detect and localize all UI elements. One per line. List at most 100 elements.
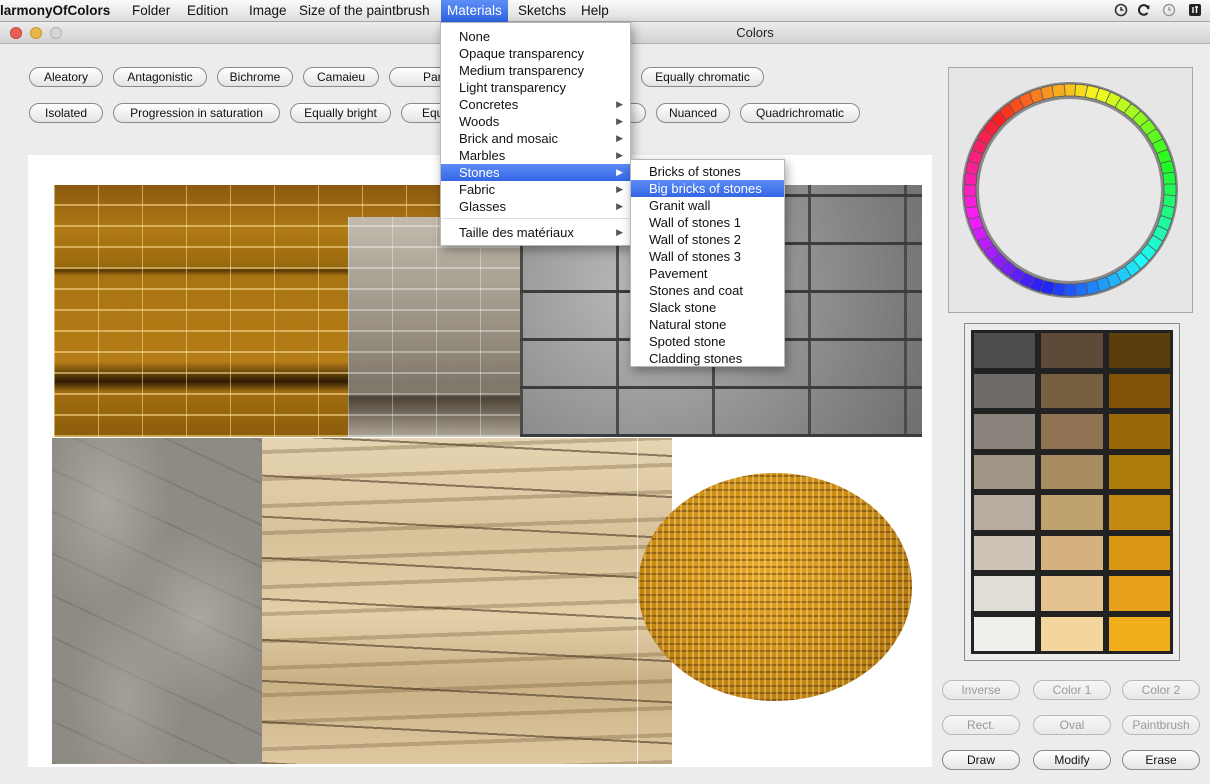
oval-button[interactable]: Oval (1033, 715, 1111, 735)
submenu-item-natural-stone[interactable]: Natural stone (631, 316, 784, 333)
color-wheel-tile[interactable] (1163, 183, 1177, 197)
color-wheel-tile[interactable] (1063, 283, 1077, 297)
color-wheel-tile[interactable] (963, 194, 978, 209)
isolated-button[interactable]: Isolated (29, 103, 103, 123)
erase-button[interactable]: Erase (1122, 750, 1200, 770)
progression-in-saturation-button[interactable]: Progression in saturation (113, 103, 280, 123)
menu-item-woods[interactable]: Woods ▶ (441, 113, 630, 130)
script-icon[interactable] (1187, 3, 1203, 19)
menu-item-stones[interactable]: Stones ▶ (441, 164, 630, 181)
palette-swatch[interactable] (974, 333, 1036, 368)
natural-stone-texture (52, 438, 262, 764)
submenu-item-wall-of-stones-1[interactable]: Wall of stones 1 (631, 214, 784, 231)
equally-bright-button[interactable]: Equally bright (290, 103, 391, 123)
equally-chromatic-button[interactable]: Equally chromatic (641, 67, 764, 87)
quadrichromatic-button[interactable]: Quadrichromatic (740, 103, 860, 123)
bichrome-button[interactable]: Bichrome (217, 67, 293, 87)
palette-swatch[interactable] (1108, 495, 1170, 530)
palette-swatch[interactable] (1108, 414, 1170, 449)
time-machine-icon[interactable] (1161, 3, 1177, 19)
palette-swatch[interactable] (1041, 495, 1103, 530)
menubar-item-materials[interactable]: Materials (441, 0, 508, 22)
color-1-button[interactable]: Color 1 (1033, 680, 1111, 700)
clock-icon[interactable] (1113, 3, 1129, 19)
submenu-item-slack-stone[interactable]: Slack stone (631, 299, 784, 316)
palette-swatch[interactable] (974, 495, 1036, 530)
menubar-item-sketchs[interactable]: Sketchs (512, 0, 572, 22)
submenu-item-spoted-stone[interactable]: Spoted stone (631, 333, 784, 350)
palette-swatch[interactable] (1041, 414, 1103, 449)
submenu-arrow-icon: ▶ (616, 150, 623, 160)
palette-swatch[interactable] (974, 616, 1036, 651)
aleatory-button[interactable]: Aleatory (29, 67, 103, 87)
antagonistic-button[interactable]: Antagonistic (113, 67, 207, 87)
rect-button[interactable]: Rect. (942, 715, 1020, 735)
submenu-item-wall-of-stones-3[interactable]: Wall of stones 3 (631, 248, 784, 265)
drawing-canvas[interactable] (28, 155, 932, 767)
menu-item-opaque-transparency[interactable]: Opaque transparency (441, 45, 630, 62)
menu-item-brick-and-mosaic[interactable]: Brick and mosaic ▶ (441, 130, 630, 147)
color-wheel-tile[interactable] (1074, 282, 1089, 297)
submenu-item-cladding-stones[interactable]: Cladding stones (631, 350, 784, 367)
color-wheel-tile[interactable] (1162, 171, 1177, 186)
menubar-item-image[interactable]: Image (243, 0, 293, 22)
palette-swatch[interactable] (974, 576, 1036, 611)
palette-swatch[interactable] (1108, 616, 1170, 651)
color-wheel[interactable] (949, 68, 1192, 312)
palette-swatch[interactable] (1041, 576, 1103, 611)
menu-item-taille-des-materiaux[interactable]: Taille des matériaux ▶ (441, 224, 630, 241)
menu-item-none[interactable]: None (441, 28, 630, 45)
palette-swatch[interactable] (1041, 535, 1103, 570)
inverse-button[interactable]: Inverse (942, 680, 1020, 700)
sync-icon[interactable] (1136, 3, 1152, 19)
menubar-item-edition[interactable]: Edition (181, 0, 234, 22)
palette-swatch[interactable] (1041, 454, 1103, 489)
palette-swatch[interactable] (1108, 454, 1170, 489)
submenu-arrow-icon: ▶ (616, 133, 623, 143)
submenu-arrow-icon: ▶ (616, 99, 623, 109)
submenu-item-bricks-of-stones[interactable]: Bricks of stones (631, 163, 784, 180)
paintbrush-button[interactable]: Paintbrush (1122, 715, 1200, 735)
marble-travertine-texture (262, 438, 672, 764)
color-wheel-tile[interactable] (963, 183, 977, 197)
submenu-item-big-bricks-of-stones[interactable]: Big bricks of stones (631, 180, 784, 197)
palette-swatch[interactable] (1108, 333, 1170, 368)
palette-swatch[interactable] (1108, 535, 1170, 570)
menubar-item-folder[interactable]: Folder (126, 0, 176, 22)
menu-item-medium-transparency[interactable]: Medium transparency (441, 62, 630, 79)
menubar-app-name[interactable]: larmonyOfColors (0, 0, 116, 22)
submenu-arrow-icon: ▶ (616, 116, 623, 126)
menu-item-glasses[interactable]: Glasses ▶ (441, 198, 630, 215)
color-wheel-tile[interactable] (1063, 83, 1077, 97)
submenu-item-granit-wall[interactable]: Granit wall (631, 197, 784, 214)
modify-button[interactable]: Modify (1033, 750, 1111, 770)
camaieu-button[interactable]: Camaieu (303, 67, 379, 87)
nuanced-button[interactable]: Nuanced (656, 103, 730, 123)
palette-swatch[interactable] (1041, 333, 1103, 368)
menu-item-marbles[interactable]: Marbles ▶ (441, 147, 630, 164)
palette-swatch[interactable] (974, 414, 1036, 449)
menubar-item-size-of-the-paintbrush[interactable]: Size of the paintbrush (293, 0, 436, 22)
submenu-item-wall-of-stones-2[interactable]: Wall of stones 2 (631, 231, 784, 248)
submenu-item-pavement[interactable]: Pavement (631, 265, 784, 282)
menu-item-light-transparency[interactable]: Light transparency (441, 79, 630, 96)
palette-swatch[interactable] (1108, 373, 1170, 408)
palette-swatch[interactable] (1041, 616, 1103, 651)
color-palette (964, 323, 1180, 661)
palette-swatch[interactable] (974, 535, 1036, 570)
menu-item-brick-and-mosaic-label: Brick and mosaic (459, 131, 558, 146)
menu-item-fabric[interactable]: Fabric ▶ (441, 181, 630, 198)
palette-swatch[interactable] (1108, 576, 1170, 611)
palette-swatch[interactable] (1041, 373, 1103, 408)
menu-item-concretes[interactable]: Concretes ▶ (441, 96, 630, 113)
palette-swatch[interactable] (974, 373, 1036, 408)
draw-button[interactable]: Draw (942, 750, 1020, 770)
submenu-item-stones-and-coat[interactable]: Stones and coat (631, 282, 784, 299)
color-2-button[interactable]: Color 2 (1122, 680, 1200, 700)
menu-item-light-transparency-label: Light transparency (459, 80, 566, 95)
color-wheel-tile[interactable] (1051, 83, 1066, 98)
menubar-item-help[interactable]: Help (575, 0, 615, 22)
palette-swatch[interactable] (974, 454, 1036, 489)
menu-bar: larmonyOfColors Folder Edition Image Siz… (0, 0, 1210, 22)
menu-item-woods-label: Woods (459, 114, 500, 129)
